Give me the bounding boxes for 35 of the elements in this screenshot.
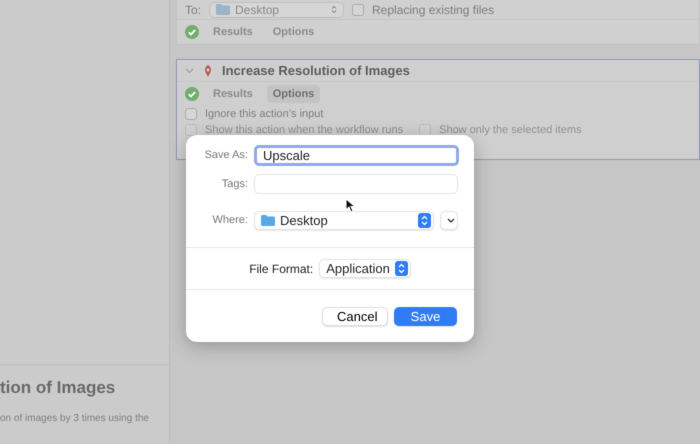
expand-button[interactable] — [440, 211, 458, 230]
folder-icon — [216, 4, 230, 15]
tags-field[interactable] — [254, 174, 458, 194]
checkbox[interactable] — [352, 4, 364, 16]
checkbox-label: Show only the selected items — [439, 124, 582, 136]
field-label: Where: — [212, 213, 248, 228]
tab[interactable]: Options — [266, 84, 320, 104]
cursor-icon — [345, 198, 355, 213]
stepper-icon — [331, 5, 338, 14]
destination-popup[interactable]: Desktop — [209, 2, 344, 18]
checkbox[interactable] — [185, 124, 197, 136]
stepper-icon — [394, 261, 408, 276]
tab[interactable]: Results — [207, 22, 259, 42]
description-text: on of images by 3 times using the — [0, 412, 150, 426]
checkbox[interactable] — [185, 108, 197, 120]
save-button[interactable]: Save — [394, 307, 457, 326]
section-title: tion of Images — [0, 377, 116, 399]
folder-icon — [261, 215, 275, 226]
where-popup[interactable]: Desktop — [254, 211, 434, 230]
name-field[interactable]: Upscale — [254, 145, 459, 166]
cancel-button[interactable]: Cancel — [322, 307, 388, 326]
stepper-icon — [418, 213, 431, 228]
chevron-icon — [447, 218, 455, 223]
field-label: File Format: — [249, 260, 314, 278]
disclosure-icon[interactable] — [185, 68, 194, 74]
tab[interactable]: Results — [207, 84, 259, 104]
field-label: Save As: — [204, 148, 248, 164]
checkbox-label: Replacing existing files — [372, 2, 494, 18]
checkbox-label: Ignore this action’s input — [205, 108, 324, 120]
format-popup[interactable]: Application — [319, 259, 411, 278]
action-title: Increase Resolution of Images — [222, 62, 410, 80]
checkbox-label: Show this action when the workflow runs — [205, 124, 404, 136]
tab[interactable]: Options — [266, 22, 320, 42]
field-label: To: — [185, 2, 202, 18]
field-label: Tags: — [220, 176, 248, 192]
